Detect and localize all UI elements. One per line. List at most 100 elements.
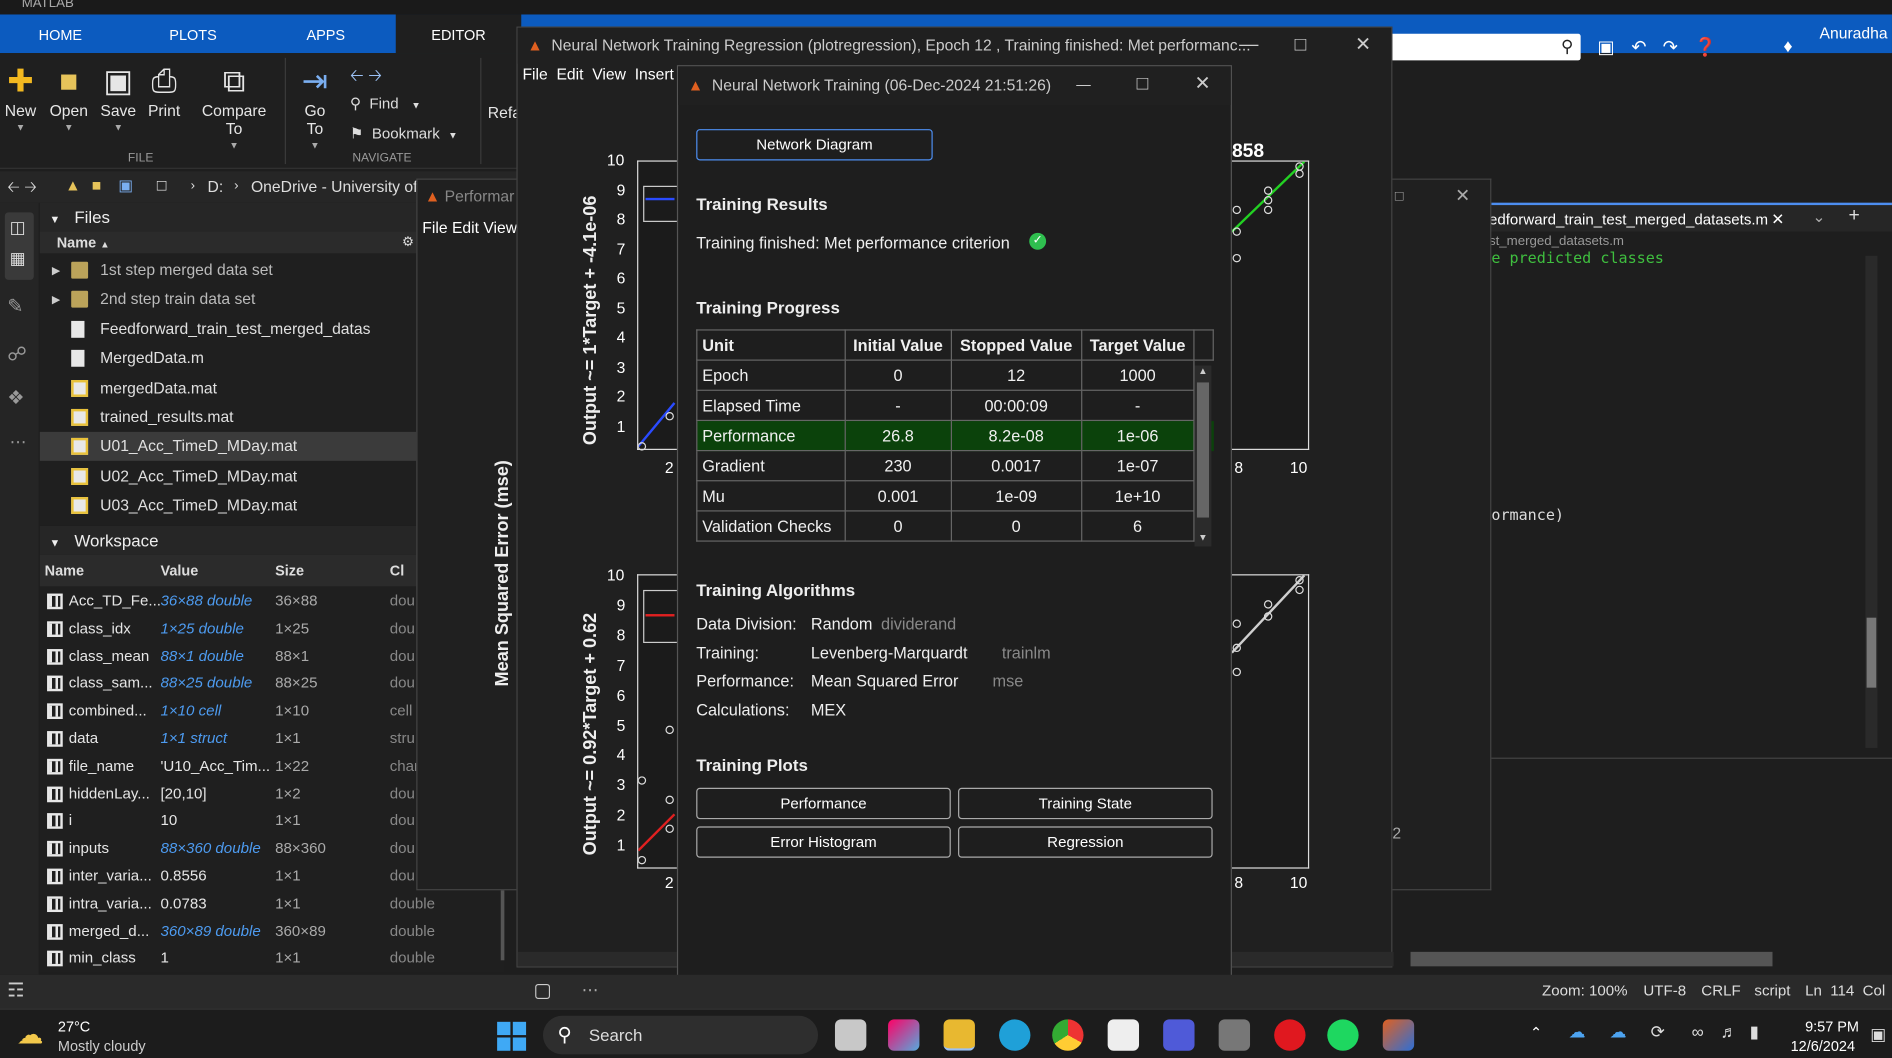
- nav-back-forward-icon[interactable]: 🡠 🡢: [7, 176, 37, 203]
- editor-tab[interactable]: edforward_train_test_merged_datasets.m: [1489, 211, 1768, 228]
- app-icon[interactable]: [1163, 1019, 1195, 1051]
- app-hex-icon[interactable]: [1218, 1019, 1251, 1051]
- editor-scroll-thumb[interactable]: [1866, 617, 1877, 688]
- menu-insert[interactable]: Insert: [635, 65, 674, 83]
- weather-temp[interactable]: 27°C: [58, 1018, 90, 1035]
- chevron-right-icon[interactable]: ▶: [52, 285, 60, 314]
- file-explorer-icon[interactable]: [943, 1019, 975, 1051]
- save-icon[interactable]: ▣: [1598, 36, 1615, 58]
- undo-icon[interactable]: ↶: [1631, 36, 1646, 58]
- taskbar-search[interactable]: ⚲ Search: [542, 1015, 819, 1055]
- tab-apps[interactable]: APPS: [265, 14, 386, 53]
- files-column-header[interactable]: Name ▲ ⚙: [39, 231, 417, 254]
- code-line[interactable]: ormance): [1491, 505, 1564, 523]
- clock-date[interactable]: 12/6/2024: [1791, 1038, 1855, 1055]
- editor-scrollbar[interactable]: [1865, 255, 1878, 748]
- weather-cloud-icon[interactable]: ☁: [17, 1019, 44, 1050]
- error-histogram-plot-button[interactable]: Error Histogram: [696, 826, 951, 858]
- refresh-icon[interactable]: ▣: [118, 176, 133, 195]
- spotify-icon[interactable]: [1327, 1019, 1359, 1051]
- up-folder-icon[interactable]: ▲: [65, 176, 81, 194]
- menu-file[interactable]: File: [522, 65, 547, 83]
- chevron-down-icon[interactable]: ⌄: [1812, 208, 1825, 227]
- new-tab-icon[interactable]: +: [1849, 205, 1860, 227]
- scroll-down-icon[interactable]: ▼: [1198, 532, 1208, 543]
- tab-editor[interactable]: EDITOR: [395, 14, 522, 54]
- goto-button[interactable]: ⇥ Go To ▼: [294, 60, 335, 151]
- store-icon[interactable]: [1107, 1019, 1140, 1051]
- volume-icon[interactable]: ♬: [1721, 1022, 1738, 1041]
- regression-plot-button[interactable]: Regression: [958, 826, 1213, 858]
- addons-icon[interactable]: ❖: [7, 386, 24, 410]
- command-window[interactable]: [1484, 757, 1892, 975]
- tab-home[interactable]: HOME: [0, 14, 121, 53]
- network-diagram-button[interactable]: Network Diagram: [696, 129, 933, 161]
- ws-col-value[interactable]: Value: [160, 555, 198, 586]
- bookmark-button[interactable]: ⚑ Bookmark ▼: [350, 124, 458, 142]
- menu-edit[interactable]: Edit: [556, 65, 583, 83]
- back-forward-arrows-icon[interactable]: 🡠 🡢: [350, 63, 382, 92]
- cloud-icon[interactable]: ☁: [1610, 1022, 1627, 1043]
- ws-col-name[interactable]: Name: [45, 555, 84, 586]
- regression-axes-bottom-right[interactable]: [1231, 574, 1310, 869]
- matlab-taskbar-icon[interactable]: [1382, 1019, 1415, 1051]
- chrome-icon[interactable]: [1052, 1019, 1084, 1051]
- regression-axes-bottom[interactable]: [637, 574, 680, 869]
- menu-view[interactable]: View: [592, 65, 626, 83]
- scroll-thumb[interactable]: [1410, 951, 1773, 967]
- windows-start-icon[interactable]: [497, 1021, 527, 1051]
- scroll-up-icon[interactable]: ▲: [1198, 366, 1208, 377]
- opera-icon[interactable]: [1274, 1019, 1306, 1051]
- workspace-row[interactable]: min_class 1 1×1 double: [40, 945, 505, 973]
- file-row[interactable]: MergedData.m: [40, 344, 416, 373]
- regression-axes-top-right[interactable]: [1231, 160, 1310, 450]
- close-icon[interactable]: ✕: [1355, 28, 1371, 64]
- maximize-icon[interactable]: □: [1395, 187, 1404, 204]
- save-button[interactable]: ▣ Save ▼: [99, 60, 138, 133]
- performance-plot-button[interactable]: Performance: [696, 787, 951, 820]
- file-row[interactable]: ▶ 2nd step train data set: [40, 285, 416, 314]
- path-folder[interactable]: OneDrive - University of: [251, 177, 417, 195]
- weather-desc[interactable]: Mostly cloudy: [58, 1038, 146, 1055]
- file-row[interactable]: U01_Acc_TimeD_MDay.mat: [39, 432, 417, 462]
- chevron-right-icon[interactable]: ▶: [52, 256, 60, 285]
- workspace-row[interactable]: intra_varia... 0.0783 1×1 double: [40, 890, 505, 918]
- workspace-row[interactable]: merged_d... 360×89 double 360×89 double: [40, 918, 505, 946]
- clock-time[interactable]: 9:57 PM: [1805, 1018, 1859, 1035]
- redo-icon[interactable]: ↷: [1663, 36, 1678, 58]
- files-header[interactable]: ▼ Files: [39, 202, 417, 232]
- bell-icon[interactable]: ♦: [1783, 36, 1792, 57]
- code-comment-line[interactable]: e predicted classes: [1491, 249, 1664, 267]
- file-row[interactable]: U02_Acc_TimeD_MDay.mat: [40, 462, 416, 491]
- wifi-icon[interactable]: ∞: [1692, 1022, 1704, 1041]
- task-view-icon[interactable]: [834, 1019, 867, 1051]
- sync-icon[interactable]: ⟳: [1651, 1022, 1665, 1043]
- regression-axes-top[interactable]: [637, 160, 680, 451]
- progress-table-scrollbar[interactable]: ▲ ▼: [1194, 365, 1212, 547]
- command-window-icon[interactable]: ▢: [533, 978, 551, 1002]
- notification-icon[interactable]: ▣: [1870, 1024, 1886, 1045]
- close-icon[interactable]: ✕: [1195, 66, 1211, 102]
- tab-plots[interactable]: PLOTS: [133, 14, 254, 53]
- print-button[interactable]: ⎙ Print: [145, 60, 184, 120]
- find-button[interactable]: ⚲ Find ▼: [350, 94, 421, 112]
- chevron-up-icon[interactable]: ⌃: [1530, 1024, 1542, 1041]
- browse-folder-icon[interactable]: ■: [92, 176, 101, 194]
- close-tab-icon[interactable]: ✕: [1771, 210, 1784, 229]
- battery-icon[interactable]: ▮: [1750, 1022, 1759, 1043]
- close-icon[interactable]: ✕: [1455, 185, 1470, 207]
- path-drive[interactable]: D:: [208, 177, 224, 195]
- maximize-icon[interactable]: □: [1137, 66, 1149, 102]
- filter-icon[interactable]: ⚙: [402, 232, 414, 254]
- user-name[interactable]: Anuradha: [1820, 25, 1888, 42]
- minimize-icon[interactable]: —: [1076, 66, 1090, 102]
- file-row[interactable]: ▶ 1st step merged data set: [40, 256, 416, 285]
- file-row[interactable]: trained_results.mat: [40, 403, 416, 432]
- file-row[interactable]: U03_Acc_TimeD_MDay.mat: [40, 491, 416, 520]
- more-icon[interactable]: ⋯: [10, 432, 27, 453]
- minimize-icon[interactable]: —: [1239, 28, 1258, 64]
- layout-icon[interactable]: ☶: [7, 978, 24, 1002]
- file-row[interactable]: mergedData.mat: [40, 373, 416, 402]
- perf-menu-view[interactable]: View: [483, 218, 517, 236]
- file-row[interactable]: Feedforward_train_test_merged_datas: [40, 315, 416, 344]
